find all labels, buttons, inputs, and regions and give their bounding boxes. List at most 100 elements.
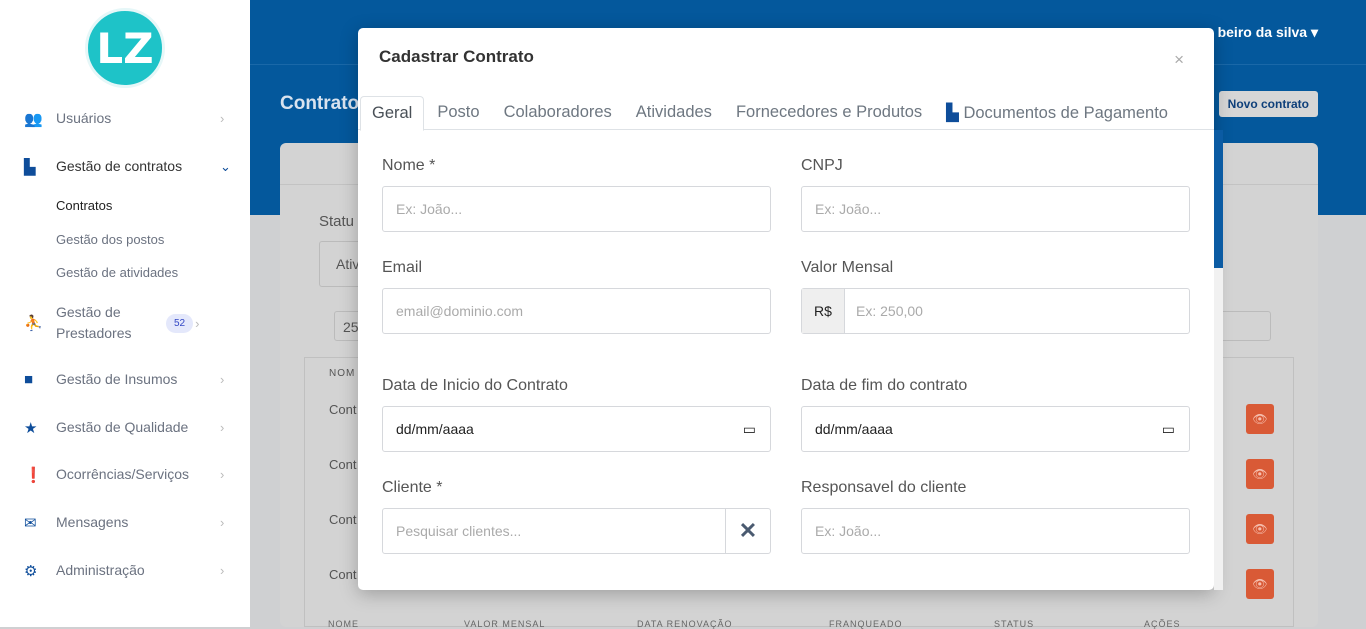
sidebar-item-label: Usuários [56,110,112,126]
chevron-right-icon: › [220,515,225,530]
people-carry-icon: ⛹ [24,315,43,332]
modal-tabs: Geral Posto Colaboradores Atividades For… [358,96,1214,131]
placeholder: Pesquisar clientes... [396,523,522,539]
responsavel-field: Responsavel do cliente Ex: João... [801,479,1190,554]
sidebar-item-label: Gestão de Insumos [56,371,178,387]
placeholder: Ex: 250,00 [856,303,923,319]
table-row: Cont [329,567,357,582]
calendar-icon[interactable]: ▭ [1162,421,1175,438]
date-value: dd/mm/aaaa [815,421,893,437]
footer-col: STATUS [994,619,1035,629]
responsavel-input[interactable]: Ex: João... [801,508,1190,554]
valor-input[interactable]: R$ Ex: 250,00 [801,288,1190,334]
footer-col: AÇÕES [1144,619,1181,629]
sidebar-item-label: Mensagens [56,514,129,530]
field-label: CNPJ [801,157,843,174]
cnpj-input[interactable]: Ex: João... [801,186,1190,232]
tab-posto[interactable]: Posto [424,96,490,130]
chevron-down-icon: ⌄ [220,158,231,174]
data-fim-field: Data de fim do contrato dd/mm/aaaa ▭ [801,377,1190,452]
tab-atividades[interactable]: Atividades [623,96,723,130]
cliente-search-input[interactable]: Pesquisar clientes... ✕ [382,508,771,554]
sidebar-item-ocorrencias[interactable]: ❗ Ocorrências/Serviços › [0,464,250,485]
data-inicio-field: Data de Inicio do Contrato dd/mm/aaaa ▭ [382,377,771,452]
sidebar-item-qualidade[interactable]: ★ Gestão de Qualidade › [0,417,250,438]
view-button[interactable]: 👁 [1246,404,1274,434]
sidebar-item-mensagens[interactable]: ✉ Mensagens › [0,512,250,533]
sidebar-item-insumos[interactable]: ■ Gestão de Insumos › [0,369,250,390]
calendar-icon[interactable]: ▭ [743,421,756,438]
table-footer: NOME VALOR MENSAL DATA RENOVAÇÃO FRANQUE… [328,619,1181,629]
sidebar-item-label: Gestão de contratos [56,158,183,174]
field-label: Valor Mensal [801,259,894,276]
field-label: Email [382,259,423,276]
sidebar-item-label: Gestão de Qualidade [56,419,189,435]
column-header: NOM [329,368,356,379]
gear-icon: ⚙ [24,562,38,580]
search-input[interactable] [1220,311,1271,341]
data-inicio-input[interactable]: dd/mm/aaaa ▭ [382,406,771,452]
view-button[interactable]: 👁 [1246,459,1274,489]
table-row: Cont [329,457,357,472]
table-row: Cont [329,512,357,527]
modal-scrollbar[interactable] [1214,130,1223,590]
tab-label: Documentos de Pagamento [963,104,1168,122]
envelope-icon: ✉ [24,514,37,532]
data-fim-input[interactable]: dd/mm/aaaa ▭ [801,406,1190,452]
table-row: Cont [329,402,357,417]
footer-col: FRANQUEADO [829,619,903,629]
sidebar-item-label: Ocorrências/Serviços [56,466,190,482]
sidebar-item-prestadores[interactable]: ⛹ Gestão de Prestadores 52 › [0,302,250,344]
email-input[interactable]: email@dominio.com [382,288,771,334]
users-icon: 👥 [24,110,43,128]
field-label: Responsavel do cliente [801,479,967,496]
tab-documentos-pagamento[interactable]: ▙ Documentos de Pagamento [933,96,1179,130]
clear-x-icon[interactable]: ✕ [725,509,770,553]
sidebar: LZ 👥 Usuários › ▙ Gestão de contratos ⌄ Cont… [0,0,250,627]
chevron-right-icon: › [195,315,200,331]
logo: LZ [85,8,165,88]
sidebar-item-gestao-contratos[interactable]: ▙ Gestão de contratos ⌄ [0,156,250,177]
scrollbar-thumb[interactable] [1214,130,1223,268]
contract-file-icon: ▙ [24,158,36,176]
currency-prefix: R$ [802,289,845,333]
page-title: Contrato [280,93,360,114]
user-menu[interactable]: beiro da silva ▾ [1218,24,1318,41]
email-field: Email email@dominio.com [382,259,771,334]
date-value: dd/mm/aaaa [396,421,474,437]
user-name: beiro da silva [1217,24,1308,40]
field-label: Cliente * [382,479,443,496]
tab-fornecedores[interactable]: Fornecedores e Produtos [723,96,933,130]
modal-title: Cadastrar Contrato [379,47,534,66]
sidebar-subitem-atividades[interactable]: Gestão de atividades [56,265,178,280]
footer-col: DATA RENOVAÇÃO [637,619,733,629]
caret-down-icon: ▾ [1310,24,1318,40]
chevron-right-icon: › [220,467,225,482]
field-label: Data de fim do contrato [801,377,968,394]
view-button[interactable]: 👁 [1246,514,1274,544]
tab-geral[interactable]: Geral [360,96,425,131]
exclamation-circle-icon: ❗ [24,466,43,484]
status-label: Statu [319,213,355,230]
sidebar-subitem-postos[interactable]: Gestão dos postos [56,232,164,247]
chevron-right-icon: › [220,563,225,578]
pdf-file-icon: ▙ [946,104,959,122]
cnpj-field: CNPJ Ex: João... [801,157,1190,232]
cliente-field: Cliente * Pesquisar clientes... ✕ [382,479,771,554]
sidebar-item-administracao[interactable]: ⚙ Administração › [0,560,250,581]
star-icon: ★ [24,419,38,437]
tab-colaboradores[interactable]: Colaboradores [491,96,623,130]
sidebar-item-label: Administração [56,562,145,578]
footer-col: NOME [328,619,359,629]
register-contract-modal: Cadastrar Contrato × Geral Posto Colabor… [358,28,1214,590]
close-icon[interactable]: × [1174,50,1184,70]
sidebar-subitem-contratos[interactable]: Contratos [56,198,112,213]
new-contract-button[interactable]: Novo contrato [1218,91,1318,117]
nome-field: Nome * Ex: João... [382,157,771,232]
field-label: Data de Inicio do Contrato [382,377,568,394]
field-label: Nome * [382,157,436,174]
sidebar-item-usuarios[interactable]: 👥 Usuários › [0,108,250,129]
nome-input[interactable]: Ex: João... [382,186,771,232]
valor-field: Valor Mensal R$ Ex: 250,00 [801,259,1190,334]
view-button[interactable]: 👁 [1246,569,1274,599]
